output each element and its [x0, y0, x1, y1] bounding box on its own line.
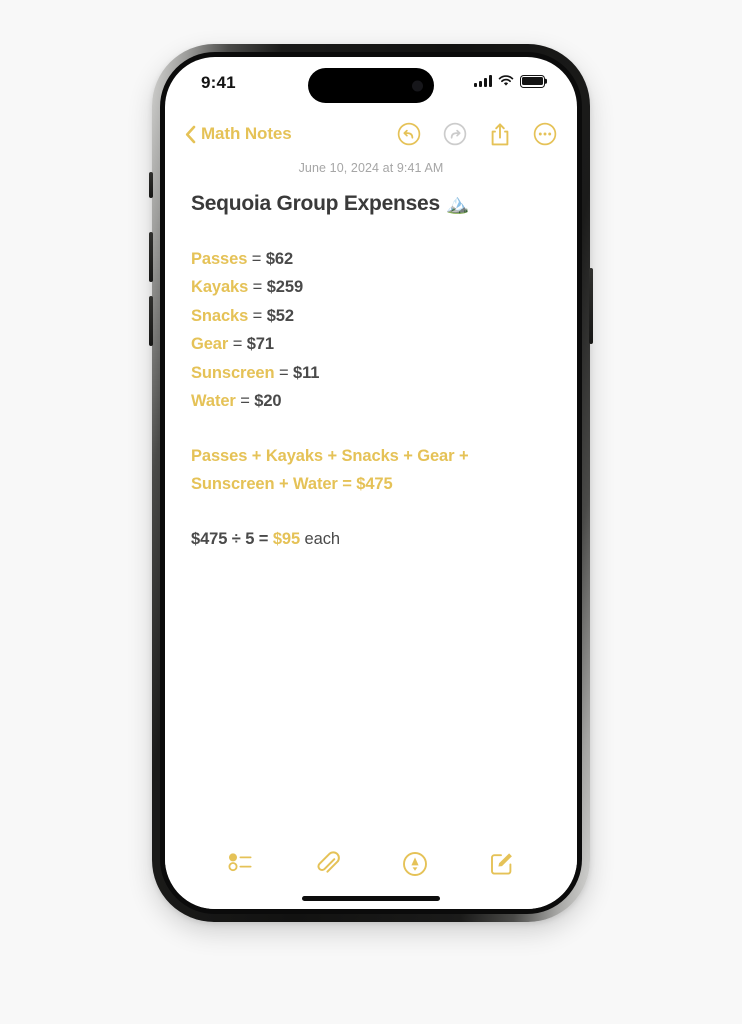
sum-term: Kayaks [265, 446, 324, 465]
note-title: Sequoia Group Expenses 🏔️ [191, 191, 551, 217]
sum-total-value: $475 [356, 475, 393, 494]
status-bar-indicators [474, 75, 548, 88]
cellular-bars-icon [474, 75, 492, 88]
sum-term: Sunscreen [191, 475, 275, 494]
expense-amount: $11 [293, 363, 320, 382]
sum-line-1: Passes + Kayaks + Snacks + Gear + [191, 442, 551, 471]
plus-operator: + [454, 446, 469, 465]
share-upload-icon[interactable] [489, 122, 511, 147]
expense-label: Snacks [191, 306, 249, 325]
equals-operator: = [254, 529, 273, 548]
expense-label: Sunscreen [191, 363, 275, 382]
expense-amount: $62 [265, 249, 294, 268]
sum-line-2: Sunscreen + Water = $475 [191, 470, 551, 499]
plus-operator: + [323, 446, 342, 465]
phone-screen: 9:41 Math Notes June 10, 2024 at 9:41 AM… [165, 57, 577, 909]
sum-term: Gear [417, 446, 455, 465]
markup-button[interactable] [371, 851, 458, 877]
equals-operator: = [235, 392, 255, 411]
expense-row[interactable]: Snacks = $52 [191, 302, 551, 331]
sum-expression: Passes + Kayaks + Snacks + Gear + Sunscr… [191, 442, 551, 499]
chevron-left-icon [185, 125, 196, 143]
navigation-bar: Math Notes [165, 111, 577, 157]
plus-operator: + [247, 446, 266, 465]
division-dividend: $475 [191, 529, 228, 548]
sum-term: Snacks [341, 446, 399, 465]
plus-operator: + [274, 475, 293, 494]
expense-amount: $71 [246, 335, 274, 354]
back-to-math-notes-button[interactable]: Math Notes [185, 124, 292, 144]
compose-button[interactable] [458, 851, 545, 876]
silent-switch-button[interactable] [149, 172, 153, 198]
redo-circle-icon[interactable] [443, 122, 467, 146]
volume-down-button[interactable] [149, 296, 153, 346]
expense-row[interactable]: Gear = $71 [191, 330, 551, 359]
equals-operator: = [248, 306, 267, 325]
expense-row[interactable]: Water = $20 [191, 387, 551, 416]
expense-list: Passes = $62 Kayaks = $259 Snacks = $52 Gea… [191, 245, 551, 416]
note-title-text: Sequoia Group Expenses [191, 192, 440, 215]
division-suffix: each [300, 529, 341, 548]
phone-frame: 9:41 Math Notes June 10, 2024 at 9:41 AM… [149, 44, 593, 922]
sum-term: Water [293, 475, 338, 494]
sum-term: Passes [191, 446, 248, 465]
markup-pen-circle-icon [402, 852, 427, 876]
equals-operator: = [274, 363, 293, 382]
equals-operator: = [247, 249, 266, 268]
expense-amount: $20 [254, 392, 282, 411]
status-bar: 9:41 [165, 57, 577, 111]
divide-operator: ÷ [227, 529, 246, 548]
power-button[interactable] [589, 268, 593, 344]
dynamic-island [308, 68, 434, 103]
undo-circle-icon[interactable] [397, 122, 421, 146]
back-button-label: Math Notes [201, 124, 292, 143]
attachment-button[interactable] [284, 851, 371, 877]
compose-pencil-square-icon [491, 853, 512, 875]
expense-row[interactable]: Sunscreen = $11 [191, 359, 551, 388]
battery-full-icon [520, 75, 548, 88]
equals-operator: = [337, 475, 357, 494]
note-timestamp: June 10, 2024 at 9:41 AM [298, 161, 444, 175]
expense-label: Gear [191, 335, 229, 354]
expense-amount: $259 [266, 278, 304, 297]
volume-up-button[interactable] [149, 232, 153, 282]
expense-label: Water [191, 392, 236, 411]
expense-row[interactable]: Kayaks = $259 [191, 273, 551, 302]
equals-operator: = [228, 335, 247, 354]
screenshot-stage: 9:41 Math Notes June 10, 2024 at 9:41 AM… [0, 0, 742, 1024]
equals-operator: = [248, 278, 267, 297]
front-camera-icon [412, 80, 423, 91]
checklist-icon [228, 853, 251, 872]
note-content-area[interactable]: June 10, 2024 at 9:41 AM Sequoia Group E… [165, 157, 577, 841]
expense-row[interactable]: Passes = $62 [191, 245, 551, 274]
division-expression: $475 ÷ 5 = $95 each [191, 525, 551, 554]
status-bar-time: 9:41 [201, 73, 236, 92]
paperclip-icon [316, 851, 340, 873]
ellipsis-circle-icon[interactable] [533, 122, 557, 146]
navigation-actions [397, 122, 557, 147]
expense-amount: $52 [266, 306, 294, 325]
division-divisor: 5 [245, 529, 255, 548]
plus-operator: + [398, 446, 418, 465]
division-result: $95 [272, 529, 301, 548]
home-indicator[interactable] [302, 896, 440, 901]
expense-label: Kayaks [191, 278, 249, 297]
wifi-icon [498, 75, 514, 86]
expense-label: Passes [191, 249, 248, 268]
checklist-button[interactable] [197, 851, 284, 873]
mountain-emoji-icon: 🏔️ [445, 194, 470, 215]
